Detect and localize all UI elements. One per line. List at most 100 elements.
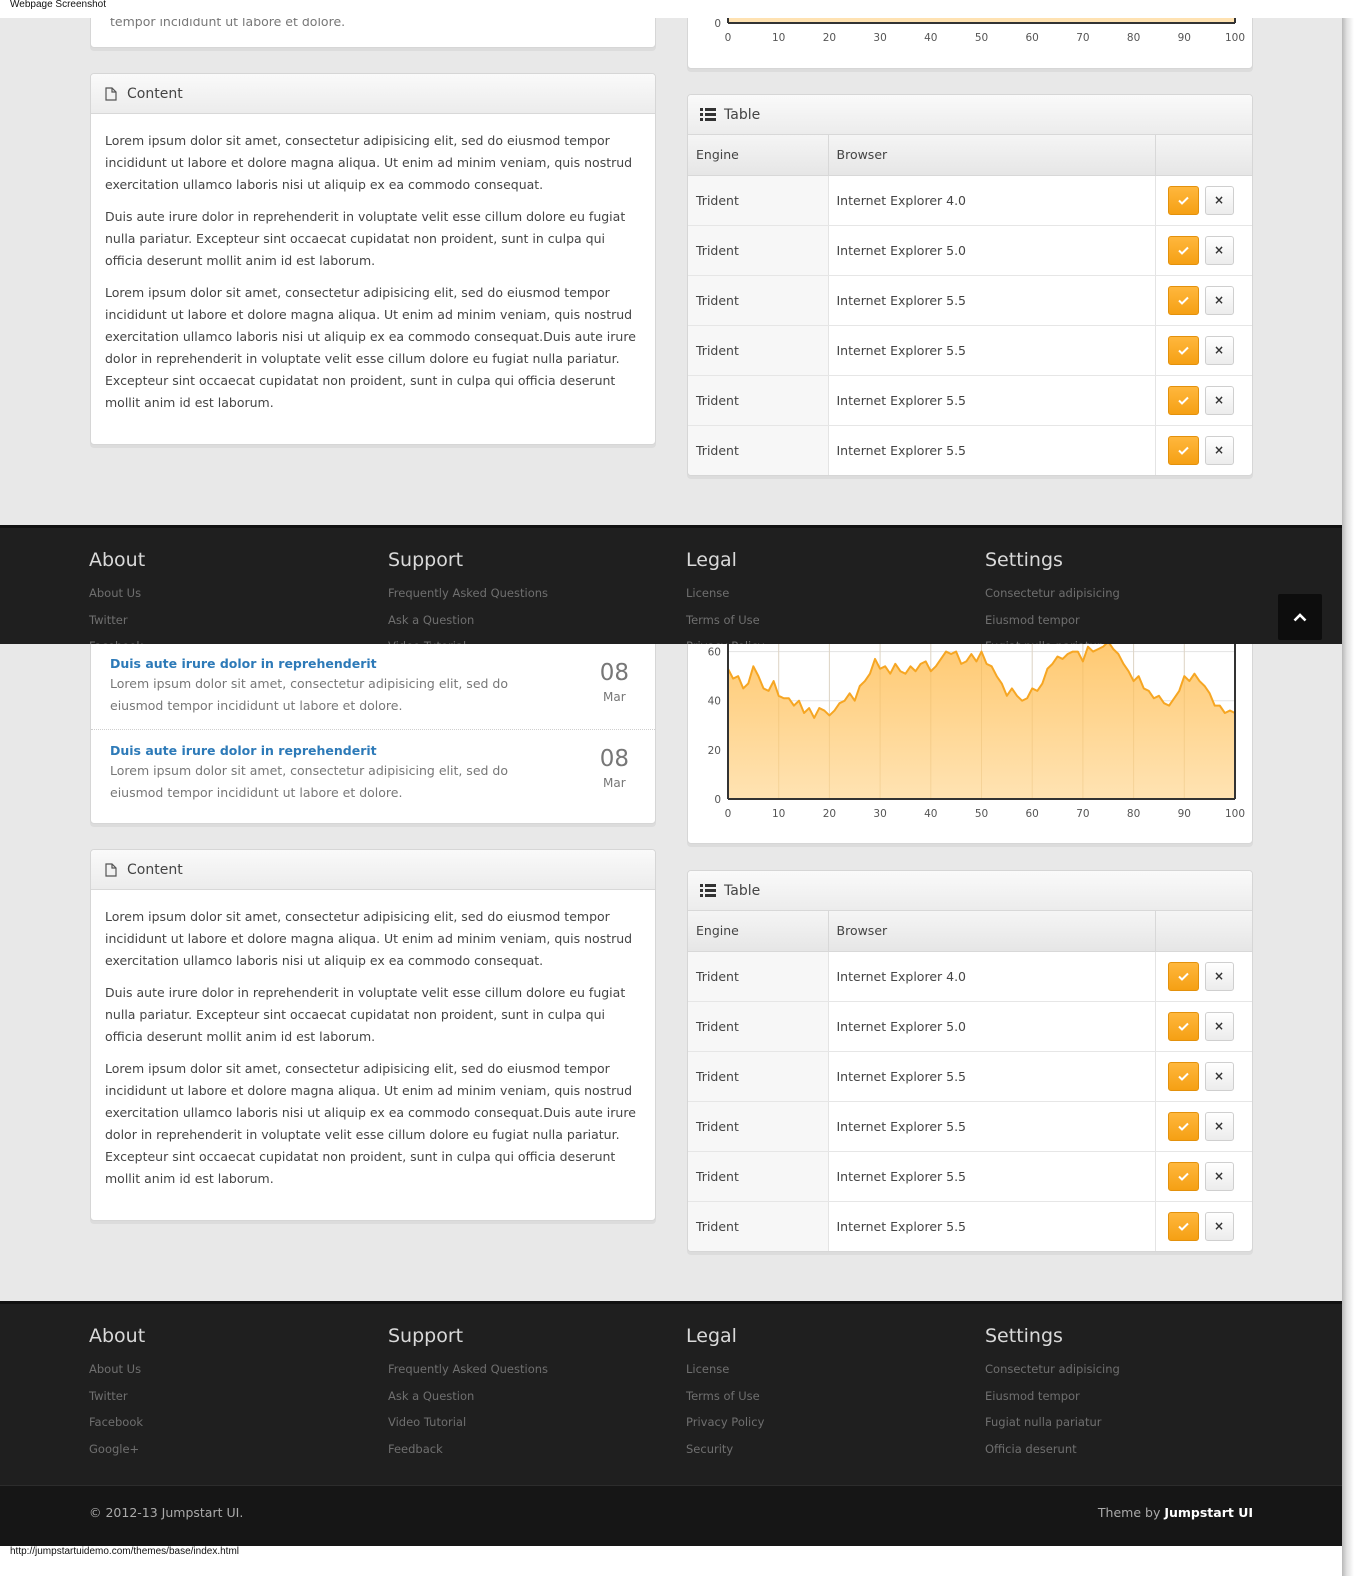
accept-button[interactable] xyxy=(1167,1011,1199,1041)
content-widget-header: Content xyxy=(91,74,655,114)
footer-link[interactable]: Google+ xyxy=(89,1442,145,1456)
cell-actions: × xyxy=(1155,325,1252,376)
footer-link[interactable]: Officia deserunt xyxy=(985,1442,1120,1456)
accept-button[interactable] xyxy=(1167,235,1199,265)
content-paragraph: Duis aute irure dolor in reprehenderit i… xyxy=(105,985,626,1044)
cell-actions: × xyxy=(1155,425,1252,475)
footer-link[interactable]: Twitter xyxy=(89,613,145,627)
check-icon xyxy=(1177,1122,1189,1131)
footer-link[interactable]: Video Tutorial xyxy=(388,1415,548,1429)
remove-button[interactable]: × xyxy=(1204,335,1234,365)
accept-button[interactable] xyxy=(1167,285,1199,315)
cell-engine: Trident xyxy=(688,325,829,376)
accept-button[interactable] xyxy=(1167,185,1199,215)
column-header-engine[interactable]: Engine xyxy=(688,135,829,176)
accept-button[interactable] xyxy=(1167,435,1199,465)
check-icon xyxy=(1177,1022,1189,1031)
accept-button[interactable] xyxy=(1167,1211,1199,1241)
close-icon: × xyxy=(1213,1069,1225,1083)
footer-link[interactable]: About Us xyxy=(89,1362,145,1376)
column-header-engine[interactable]: Engine xyxy=(688,911,829,952)
remove-button[interactable]: × xyxy=(1204,385,1234,415)
remove-button[interactable]: × xyxy=(1204,285,1234,315)
cell-actions: × xyxy=(1155,951,1252,1002)
footer-link[interactable]: Facebook xyxy=(89,1415,145,1429)
news-text: Lorem ipsum dolor sit amet, consectetur … xyxy=(110,763,508,800)
footer-link[interactable]: Security xyxy=(686,1442,764,1456)
footer-link[interactable]: Terms of Use xyxy=(686,1389,764,1403)
y-tick-label: 60 xyxy=(708,647,721,659)
table-row: Trident Internet Explorer 4.0 × xyxy=(688,175,1252,226)
footer-link[interactable]: Consectetur adipisicing xyxy=(985,586,1120,600)
footer-heading: Legal xyxy=(686,549,737,571)
news-title-link[interactable]: Duis aute irure dolor in reprehenderit xyxy=(110,742,565,760)
column-header-browser[interactable]: Browser xyxy=(828,135,1156,176)
cell-browser: Internet Explorer 5.0 xyxy=(828,1001,1156,1052)
cell-browser: Internet Explorer 5.5 xyxy=(828,1101,1156,1152)
remove-button[interactable]: × xyxy=(1204,961,1234,991)
footer-link[interactable]: Feedback xyxy=(388,1442,548,1456)
footer-link[interactable]: Frequently Asked Questions xyxy=(388,1362,548,1376)
footer-link[interactable]: Fugiat nulla pariatur xyxy=(985,1415,1120,1429)
remove-button[interactable]: × xyxy=(1204,1211,1234,1241)
cell-engine: Trident xyxy=(688,951,829,1002)
back-to-top-button[interactable] xyxy=(1278,594,1322,640)
remove-button[interactable]: × xyxy=(1204,1161,1234,1191)
remove-button[interactable]: × xyxy=(1204,1111,1234,1141)
table-row: Trident Internet Explorer 5.5 × xyxy=(688,1201,1252,1251)
cell-browser: Internet Explorer 5.0 xyxy=(828,225,1156,276)
news-item: Duis aute irure dolor in reprehenderit L… xyxy=(91,644,655,730)
browser-table: Engine Browser Trident Internet Explorer … xyxy=(688,135,1252,475)
remove-button[interactable]: × xyxy=(1204,235,1234,265)
footer-link[interactable]: Privacy Policy xyxy=(686,1415,764,1429)
footer: About About UsTwitterFacebook Support Fr… xyxy=(0,525,1342,653)
footer-link[interactable]: Frequently Asked Questions xyxy=(388,586,548,600)
remove-button[interactable]: × xyxy=(1204,1011,1234,1041)
footer-heading: Support xyxy=(388,1325,464,1347)
close-icon: × xyxy=(1213,343,1225,357)
close-icon: × xyxy=(1213,243,1225,257)
footer-link[interactable]: Eiusmod tempor xyxy=(985,613,1120,627)
accept-button[interactable] xyxy=(1167,1061,1199,1091)
footer-link[interactable]: Eiusmod tempor xyxy=(985,1389,1120,1403)
accept-button[interactable] xyxy=(1167,335,1199,365)
x-tick-label: 50 xyxy=(975,32,988,44)
window-shadow xyxy=(1342,0,1359,1576)
x-tick-label: 20 xyxy=(823,32,836,44)
accept-button[interactable] xyxy=(1167,961,1199,991)
accept-button[interactable] xyxy=(1167,1161,1199,1191)
table-widget: Table Engine Browser Trident Internet Exp… xyxy=(687,870,1253,1252)
cell-engine: Trident xyxy=(688,1201,829,1251)
footer-link[interactable]: Ask a Question xyxy=(388,613,548,627)
remove-button[interactable]: × xyxy=(1204,185,1234,215)
close-icon: × xyxy=(1213,393,1225,407)
cell-browser: Internet Explorer 5.5 xyxy=(828,375,1156,426)
news-title-link[interactable]: Duis aute irure dolor in reprehenderit xyxy=(110,655,565,673)
close-icon: × xyxy=(1213,1219,1225,1233)
footer-link[interactable]: Consectetur adipisicing xyxy=(985,1362,1120,1376)
y-tick-label: 40 xyxy=(708,696,721,708)
theme-credit-prefix: Theme by xyxy=(1097,1505,1165,1520)
accept-button[interactable] xyxy=(1167,1111,1199,1141)
browser-table: Engine Browser Trident Internet Explorer … xyxy=(688,911,1252,1251)
footer-column-support: Support Frequently Asked Questions Ask a … xyxy=(388,1325,548,1468)
page-viewport: tempor incididunt ut labore et dolore. 0… xyxy=(0,0,1342,1560)
list-icon xyxy=(700,883,716,899)
footer-link[interactable]: About Us xyxy=(89,586,145,600)
cell-browser: Internet Explorer 4.0 xyxy=(828,951,1156,1002)
remove-button[interactable]: × xyxy=(1204,1061,1234,1091)
column-header-browser[interactable]: Browser xyxy=(828,911,1156,952)
check-icon xyxy=(1177,446,1189,455)
footer-link[interactable]: Twitter xyxy=(89,1389,145,1403)
accept-button[interactable] xyxy=(1167,385,1199,415)
footer-link[interactable]: Terms of Use xyxy=(686,613,764,627)
footer-heading: Support xyxy=(388,549,464,571)
theme-brand-link[interactable]: Jumpstart UI xyxy=(1164,1505,1253,1520)
remove-button[interactable]: × xyxy=(1204,435,1234,465)
cell-browser: Internet Explorer 5.5 xyxy=(828,1051,1156,1102)
x-tick-label: 30 xyxy=(873,808,886,820)
footer-link[interactable]: License xyxy=(686,586,764,600)
footer-link[interactable]: License xyxy=(686,1362,764,1376)
content-body: Lorem ipsum dolor sit amet, consectetur … xyxy=(91,890,655,1216)
footer-link[interactable]: Ask a Question xyxy=(388,1389,548,1403)
